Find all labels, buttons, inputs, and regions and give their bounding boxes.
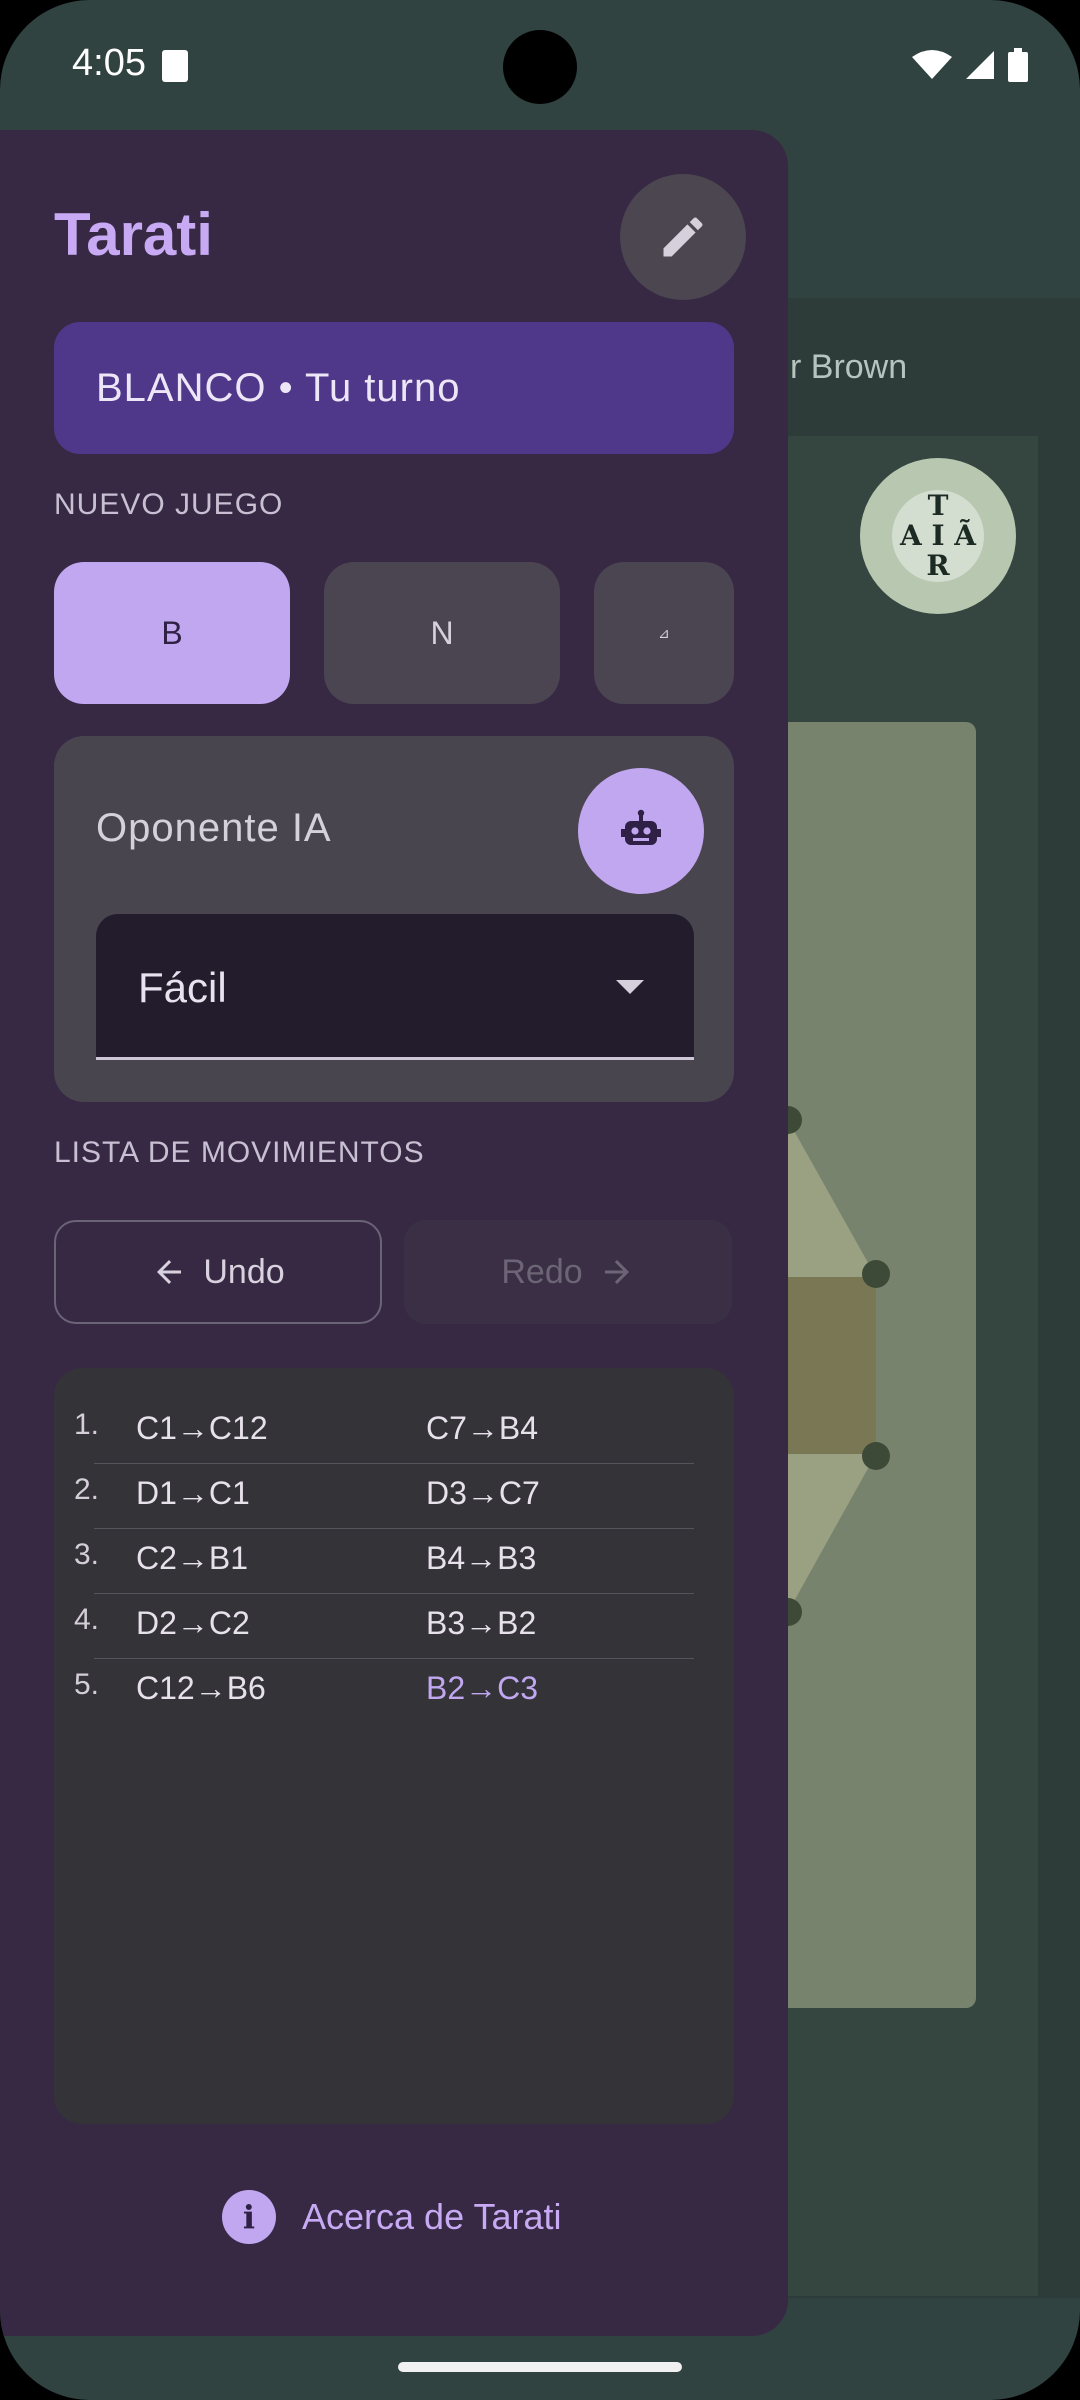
new-game-black-button[interactable]: N bbox=[324, 562, 560, 704]
robot-icon bbox=[621, 809, 661, 845]
home-indicator[interactable] bbox=[398, 2362, 682, 2372]
logo-letters: T A I Ã R bbox=[892, 490, 984, 582]
ai-toggle-button[interactable] bbox=[578, 768, 704, 894]
about-label: Acerca de Tarati bbox=[302, 2196, 562, 2237]
move-black: B4→B3 bbox=[426, 1540, 537, 1576]
player-name: r Brown bbox=[790, 348, 908, 386]
move-number: 3. bbox=[74, 1538, 100, 1571]
battery-icon bbox=[1008, 48, 1028, 82]
move-white: D2→C2 bbox=[136, 1605, 250, 1641]
new-game-white-button[interactable]: B bbox=[54, 562, 290, 704]
undo-button[interactable]: Undo bbox=[54, 1220, 382, 1324]
signal-icon bbox=[966, 51, 994, 79]
difficulty-select[interactable]: Fácil bbox=[96, 914, 694, 1060]
edit-button[interactable] bbox=[620, 174, 746, 300]
wifi-icon bbox=[912, 50, 952, 79]
status-time: 4:05 bbox=[72, 42, 146, 84]
move-white: C2→B1 bbox=[136, 1540, 249, 1576]
turn-banner: BLANCO • Tu turno bbox=[54, 322, 734, 454]
ai-opponent-label: Oponente IA bbox=[96, 806, 332, 850]
status-icons bbox=[912, 48, 1028, 82]
info-icon: i bbox=[222, 2190, 276, 2244]
tarati-logo[interactable]: T A I Ã R bbox=[860, 458, 1016, 614]
undo-label: Undo bbox=[203, 1252, 285, 1291]
dropdown-arrow-icon bbox=[616, 980, 644, 994]
drawer-title: Tarati bbox=[54, 201, 213, 268]
sd-card-icon bbox=[162, 50, 188, 82]
redo-button[interactable]: Redo bbox=[404, 1220, 732, 1324]
moves-list: 1. C1→C12 C7→B4 2. D1→C1 D3→C7 3. C2→B1 … bbox=[54, 1368, 734, 2124]
triangle-icon: ⊿ bbox=[658, 624, 670, 641]
move-row[interactable]: 1. C1→C12 C7→B4 bbox=[54, 1398, 734, 1464]
ai-opponent-card: Oponente IA Fácil bbox=[54, 736, 734, 1102]
move-number: 5. bbox=[74, 1668, 100, 1701]
moves-list-label: LISTA DE MOVIMIENTOS bbox=[54, 1136, 425, 1169]
difficulty-value: Fácil bbox=[138, 964, 227, 1011]
move-white: D1→C1 bbox=[136, 1475, 250, 1511]
pencil-icon bbox=[663, 217, 703, 257]
move-number: 1. bbox=[74, 1408, 100, 1441]
move-number: 2. bbox=[74, 1473, 100, 1506]
board-node bbox=[862, 1442, 890, 1470]
move-black: B3→B2 bbox=[426, 1605, 537, 1641]
about-link[interactable]: i Acerca de Tarati bbox=[222, 2190, 561, 2244]
arrow-left-icon bbox=[157, 1260, 182, 1284]
move-number: 4. bbox=[74, 1603, 100, 1636]
new-game-random-button[interactable]: ⊿ bbox=[594, 562, 734, 704]
move-row[interactable]: 5. C12→B6 B2→C3 bbox=[54, 1658, 734, 1724]
move-black: D3→C7 bbox=[426, 1475, 540, 1511]
move-row[interactable]: 2. D1→C1 D3→C7 bbox=[54, 1463, 734, 1529]
phone-screen: 4:05 r Brown T A I Ã R Tarati BLANCO • T… bbox=[0, 0, 1080, 2400]
front-camera bbox=[503, 30, 577, 104]
board-node bbox=[862, 1260, 890, 1288]
move-black: C7→B4 bbox=[426, 1410, 539, 1446]
new-game-label: NUEVO JUEGO bbox=[54, 488, 284, 521]
move-row[interactable]: 4. D2→C2 B3→B2 bbox=[54, 1593, 734, 1659]
navigation-drawer: Tarati BLANCO • Tu turno NUEVO JUEGO B N… bbox=[0, 130, 788, 2336]
move-row[interactable]: 3. C2→B1 B4→B3 bbox=[54, 1528, 734, 1594]
move-white: C1→C12 bbox=[136, 1410, 268, 1446]
arrow-right-icon bbox=[604, 1260, 629, 1284]
move-white: C12→B6 bbox=[136, 1670, 266, 1706]
redo-label: Redo bbox=[501, 1252, 583, 1291]
move-black-current: B2→C3 bbox=[426, 1670, 539, 1706]
